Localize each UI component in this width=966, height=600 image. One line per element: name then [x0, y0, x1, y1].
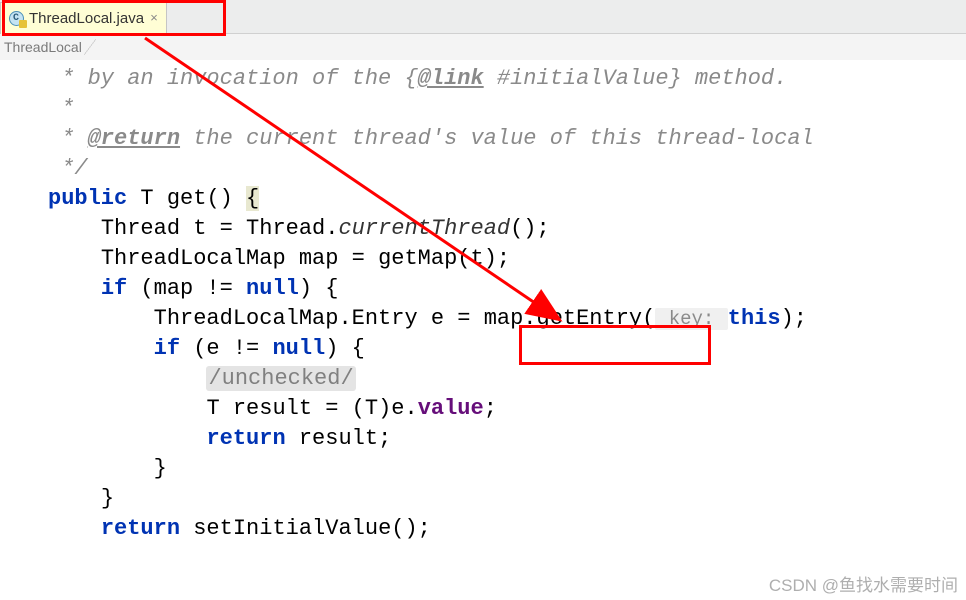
tab-filename: ThreadLocal.java: [29, 10, 144, 27]
close-icon[interactable]: ×: [150, 11, 158, 26]
param-hint: key:: [655, 308, 727, 330]
code-editor[interactable]: * by an invocation of the {@link #initia…: [0, 60, 966, 544]
javadoc-line: * by an invocation of the {@link #initia…: [48, 66, 787, 91]
javadoc-end: */: [48, 156, 88, 181]
suppress-warning: /unchecked/: [206, 366, 355, 391]
kw-public: public: [48, 186, 127, 211]
tab-bar: C ThreadLocal.java ×: [0, 0, 966, 34]
breadcrumb: ThreadLocal: [0, 34, 966, 60]
file-tab[interactable]: C ThreadLocal.java ×: [0, 2, 167, 34]
javadoc-line: *: [48, 96, 74, 121]
lock-icon: [19, 20, 27, 28]
watermark: CSDN @鱼找水需要时间: [769, 571, 958, 596]
javadoc-line: * @return the current thread's value of …: [48, 126, 814, 151]
java-class-icon: C: [7, 9, 25, 27]
breadcrumb-item[interactable]: ThreadLocal: [0, 39, 96, 55]
